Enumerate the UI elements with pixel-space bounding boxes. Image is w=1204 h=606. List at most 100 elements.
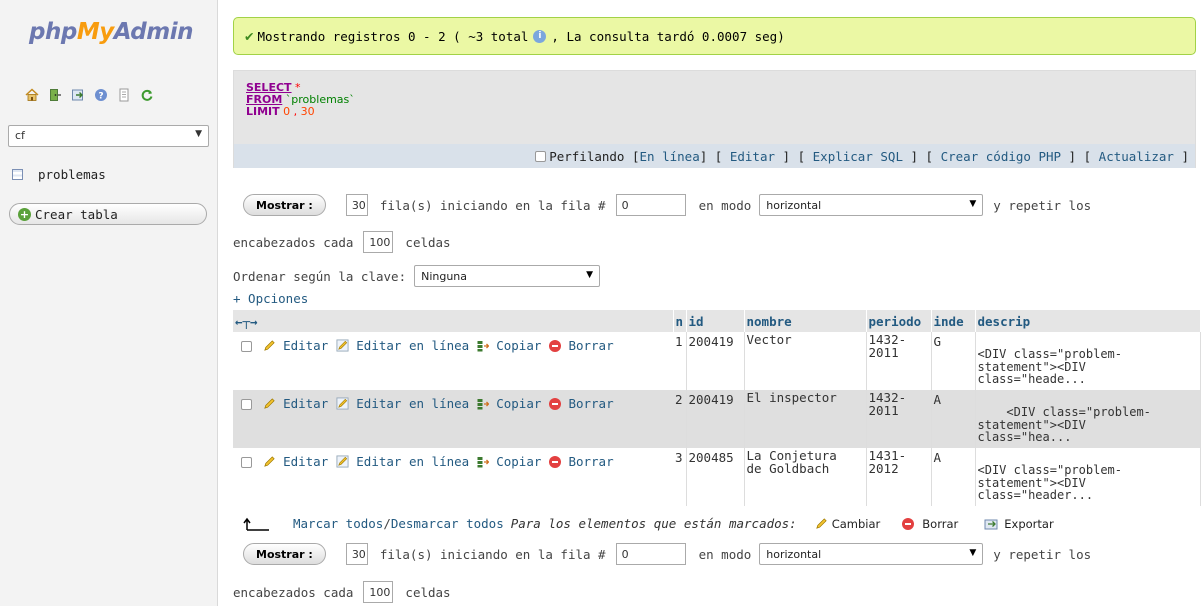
cell-descrip[interactable]: <DIV class="problem- statement"><DIV cla… <box>975 448 1201 506</box>
column-header-periodo[interactable]: periodo <box>866 310 932 332</box>
display-mode-select-bottom[interactable]: horizontal ▼ <box>759 543 984 565</box>
cell-id[interactable]: 200419 <box>686 390 745 448</box>
cell-id[interactable]: 200485 <box>686 448 745 506</box>
edit-query-link[interactable]: Editar <box>730 149 775 164</box>
cell-n[interactable]: 2 <box>673 390 687 448</box>
chevron-down-icon: ▼ <box>969 199 977 209</box>
bulk-export-button[interactable]: Exportar <box>984 517 1054 531</box>
uncheck-all-link[interactable]: Desmarcar todos <box>391 516 504 531</box>
database-select[interactable]: cf ▼ <box>8 125 209 147</box>
delete-icon <box>548 340 561 352</box>
inline-edit-row-button[interactable]: Editar en línea <box>336 454 469 469</box>
show-button[interactable]: Mostrar : <box>243 194 326 216</box>
row-actions: Editar Editar en línea Copiar Borrar <box>233 448 673 506</box>
column-header-nombre[interactable]: nombre <box>744 310 867 332</box>
copy-row-button[interactable]: Copiar <box>477 338 541 353</box>
show-button-bottom[interactable]: Mostrar : <box>243 543 326 565</box>
bulk-actions-row: Marcar todos / Desmarcar todos Para los … <box>243 516 1054 531</box>
info-icon[interactable]: i <box>533 29 547 43</box>
start-row-input-bottom[interactable]: 0 <box>615 543 686 565</box>
delete-icon <box>548 456 561 468</box>
home-icon[interactable] <box>25 88 39 102</box>
profiling-checkbox[interactable] <box>535 150 547 162</box>
rows-input[interactable]: 30 <box>345 194 368 216</box>
navigation-form-top: Mostrar : 30 fila(s) iniciando en la fil… <box>243 194 1091 216</box>
bulk-change-button[interactable]: Cambiar <box>815 517 880 531</box>
start-row-input[interactable]: 0 <box>615 194 686 216</box>
display-mode-select[interactable]: horizontal ▼ <box>759 194 984 216</box>
column-header-id[interactable]: id <box>686 310 745 332</box>
repeat-headers-input[interactable]: 100 <box>363 231 394 253</box>
cell-nombre[interactable]: El inspector <box>744 390 867 448</box>
cell-periodo[interactable]: 1432- 2011 <box>866 332 932 390</box>
copy-row-button[interactable]: Copiar <box>477 454 541 469</box>
cell-n[interactable]: 1 <box>673 332 687 390</box>
cell-n[interactable]: 3 <box>673 448 687 506</box>
phpmyadmin-logo[interactable]: phpMyAdmin <box>29 19 193 45</box>
success-message: ✔ Mostrando registros 0 - 2 ( ~3 total i… <box>233 17 1196 55</box>
reload-icon[interactable] <box>140 88 154 102</box>
nav-table-item[interactable]: problemas <box>8 163 209 185</box>
inline-edit-icon <box>336 397 349 410</box>
refresh-link[interactable]: Actualizar <box>1099 149 1174 164</box>
inline-edit-link[interactable]: En línea <box>640 149 700 164</box>
svg-text:?: ? <box>98 92 103 102</box>
row-checkbox[interactable] <box>241 399 252 410</box>
sql-query[interactable]: SELECT * FROM `problemas` LIMIT 0 , 30 <box>246 82 355 118</box>
delete-icon <box>902 517 915 530</box>
inline-edit-row-button[interactable]: Editar en línea <box>336 396 469 411</box>
copy-row-button[interactable]: Copiar <box>477 396 541 411</box>
edit-row-button[interactable]: Editar <box>263 338 328 353</box>
rows-input-bottom[interactable]: 30 <box>345 543 368 565</box>
sql-query-box: SELECT * FROM `problemas` LIMIT 0 , 30 P… <box>233 70 1196 168</box>
repeat-headers-input-bottom[interactable]: 100 <box>363 581 394 603</box>
delete-row-button[interactable]: Borrar <box>548 338 614 353</box>
navigation-panel: phpMyAdmin ? cf ▼ problemas + Crear tabl… <box>0 0 218 606</box>
cell-id[interactable]: 200419 <box>686 332 745 390</box>
delete-icon <box>548 398 561 410</box>
cell-descrip[interactable]: <DIV class="problem- statement"><DIV cla… <box>975 332 1201 390</box>
chevron-down-icon: ▼ <box>195 129 202 139</box>
cell-inde[interactable]: G <box>931 332 976 390</box>
mysql-docs-icon[interactable] <box>117 88 131 102</box>
cell-nombre[interactable]: La Conjetura de Goldbach <box>744 448 867 506</box>
cell-periodo[interactable]: 1431- 2012 <box>866 448 932 506</box>
column-header-n[interactable]: n <box>673 310 687 332</box>
pencil-icon <box>263 456 275 467</box>
edit-row-button[interactable]: Editar <box>263 396 328 411</box>
row-actions: Editar Editar en línea Copiar Borrar <box>233 390 673 448</box>
query-window-icon[interactable] <box>71 88 85 102</box>
exit-icon[interactable] <box>48 88 62 102</box>
repeat-headers-row-bottom: encabezados cada 100 celdas <box>233 581 451 603</box>
inline-edit-row-button[interactable]: Editar en línea <box>336 338 469 353</box>
check-all-link[interactable]: Marcar todos <box>293 516 383 531</box>
delete-row-button[interactable]: Borrar <box>548 396 614 411</box>
cell-periodo[interactable]: 1432- 2011 <box>866 390 932 448</box>
create-table-button[interactable]: + Crear tabla <box>9 203 207 225</box>
cell-descrip[interactable]: <DIV class="problem- statement"><DIV cla… <box>975 390 1201 448</box>
sort-key-select[interactable]: Ninguna ▼ <box>414 265 601 287</box>
bulk-delete-button[interactable]: Borrar <box>902 517 958 531</box>
copy-icon <box>477 457 489 468</box>
column-header-descrip[interactable]: descrip <box>975 310 1201 332</box>
copy-icon <box>477 341 489 352</box>
chevron-down-icon: ▼ <box>969 548 977 558</box>
repeat-headers-row-top: encabezados cada 100 celdas <box>233 231 451 253</box>
docs-icon[interactable]: ? <box>94 88 108 102</box>
column-resize-arrows-icon[interactable]: ←┬→ <box>235 314 258 329</box>
table-header-row: ←┬→ n id nombre periodo inde descrip <box>233 310 1201 332</box>
select-arrow-icon <box>243 517 271 531</box>
table-row: Editar Editar en línea Copiar Borrar 1 200… <box>233 332 1201 390</box>
row-checkbox[interactable] <box>241 341 252 352</box>
cell-nombre[interactable]: Vector <box>744 332 867 390</box>
column-arrows[interactable]: ←┬→ <box>233 310 674 332</box>
cell-inde[interactable]: A <box>931 390 976 448</box>
cell-inde[interactable]: A <box>931 448 976 506</box>
options-link[interactable]: + Opciones <box>233 291 308 306</box>
edit-row-button[interactable]: Editar <box>263 454 328 469</box>
row-checkbox[interactable] <box>241 457 252 468</box>
create-php-code-link[interactable]: Crear código PHP <box>941 149 1061 164</box>
delete-row-button[interactable]: Borrar <box>548 454 614 469</box>
explain-sql-link[interactable]: Explicar SQL <box>813 149 903 164</box>
column-header-inde[interactable]: inde <box>931 310 976 332</box>
